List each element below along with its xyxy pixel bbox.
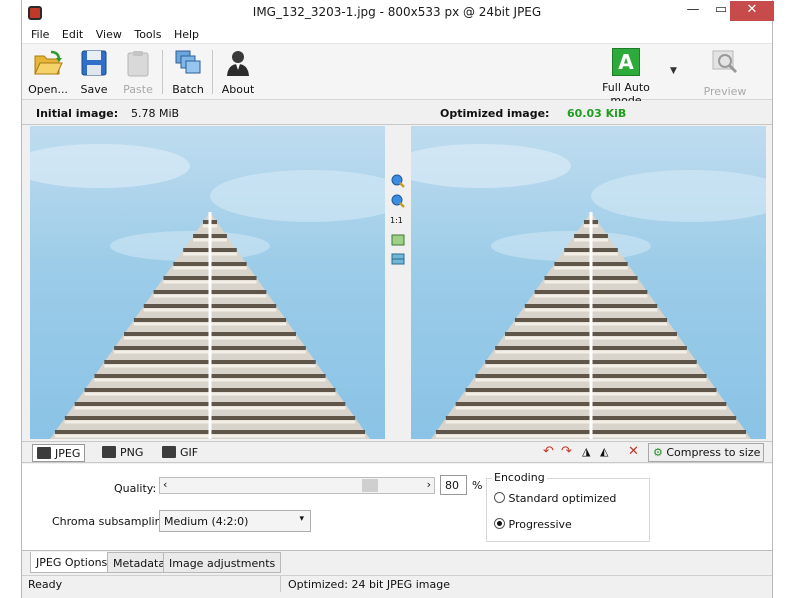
encoding-standard-label: Standard optimized xyxy=(508,492,617,505)
status-optimized-info: Optimized: 24 bit JPEG image xyxy=(288,578,450,591)
flip-horizontal-icon[interactable]: ◮ xyxy=(582,445,590,458)
preview-label: Preview xyxy=(703,85,747,98)
quality-unit: % xyxy=(472,479,483,492)
radio-progressive[interactable] xyxy=(494,518,505,529)
size-info-bar: Initial image: 5.78 MiB Optimized image:… xyxy=(22,101,772,125)
flip-vertical-icon[interactable]: ◭ xyxy=(600,445,608,458)
open-label: Open... xyxy=(28,83,68,96)
optimized-image-panel[interactable] xyxy=(411,126,766,439)
building-photo xyxy=(411,144,766,439)
paste-label: Paste xyxy=(123,83,153,96)
encoding-progressive-option[interactable]: Progressive xyxy=(494,518,572,531)
chevron-down-icon: ▾ xyxy=(299,514,304,524)
compress-gear-icon: ⚙ xyxy=(653,446,663,459)
batch-button[interactable]: Batch xyxy=(170,48,206,96)
slider-left-arrow-icon[interactable]: ‹ xyxy=(163,478,167,491)
magnifier-icon xyxy=(712,50,738,74)
toolbar-separator xyxy=(212,50,213,94)
chroma-subsampling-value: Medium (4:2:0) xyxy=(164,515,249,528)
initial-image-panel[interactable] xyxy=(30,126,385,439)
menu-help[interactable]: Help xyxy=(165,26,199,41)
tab-jpeg-options[interactable]: JPEG Options xyxy=(30,552,114,573)
batch-label: Batch xyxy=(172,83,204,96)
preview-button[interactable]: Preview xyxy=(702,48,748,98)
png-file-icon xyxy=(102,446,116,458)
compress-to-size-label: Compress to size xyxy=(666,446,761,459)
save-label: Save xyxy=(80,83,108,96)
auto-mode-icon: A xyxy=(612,48,640,76)
mode-dropdown-arrow-icon[interactable]: ▼ xyxy=(670,66,677,76)
menu-view[interactable]: View xyxy=(87,26,122,41)
zoom-actual-size-button[interactable]: 1:1 xyxy=(390,216,403,225)
toolbar: Open... Save Paste Batch About A Full Au… xyxy=(22,44,772,107)
building-photo xyxy=(30,144,385,439)
tab-jpeg[interactable]: JPEG xyxy=(32,444,86,462)
full-auto-mode-button[interactable]: A Full Auto mode xyxy=(587,48,665,107)
crop-icon[interactable]: ✕ xyxy=(628,444,639,459)
quality-slider-thumb[interactable] xyxy=(362,479,378,492)
zoom-in-icon[interactable] xyxy=(391,174,405,188)
initial-image-size: 5.78 MiB xyxy=(131,107,180,120)
folder-open-icon xyxy=(34,50,63,75)
optimized-image-size: 60.03 KiB xyxy=(567,107,627,120)
batch-icon xyxy=(175,50,201,74)
about-button[interactable]: About xyxy=(219,48,257,96)
encoding-progressive-label: Progressive xyxy=(508,518,572,531)
chroma-subsampling-select[interactable]: Medium (4:2:0) ▾ xyxy=(159,510,311,532)
split-view-icon[interactable] xyxy=(391,252,405,266)
rotate-left-icon[interactable]: ↶ xyxy=(543,444,554,459)
menu-tools[interactable]: Tools xyxy=(125,26,161,41)
about-label: About xyxy=(221,83,255,96)
menu-edit[interactable]: Edit xyxy=(53,26,83,41)
tab-png[interactable]: PNG xyxy=(98,444,147,462)
tab-metadata[interactable]: Metadata xyxy=(107,552,172,573)
toolbar-separator xyxy=(162,50,163,94)
window-title: IMG_132_3203-1.jpg - 800x533 px @ 24bit … xyxy=(252,5,542,19)
jpeg-file-icon xyxy=(37,447,51,459)
tab-jpeg-label: JPEG xyxy=(55,447,81,460)
open-button[interactable]: Open... xyxy=(28,48,68,96)
tab-png-label: PNG xyxy=(120,446,144,459)
slider-right-arrow-icon[interactable]: › xyxy=(427,478,431,491)
status-bar: Ready Optimized: 24 bit JPEG image xyxy=(22,575,772,593)
compress-to-size-button[interactable]: ⚙ Compress to size xyxy=(648,443,764,462)
zoom-out-icon[interactable] xyxy=(391,194,405,208)
fit-window-icon[interactable] xyxy=(391,233,405,247)
tab-gif-label: GIF xyxy=(180,446,199,459)
encoding-standard-option[interactable]: Standard optimized xyxy=(494,492,616,505)
rotate-right-icon[interactable]: ↷ xyxy=(561,444,572,459)
encoding-title: Encoding xyxy=(492,471,547,484)
tab-image-adjustments[interactable]: Image adjustments xyxy=(163,552,282,573)
format-tabs: JPEG PNG GIF ↶ ↷ ◮ ◭ ✕ ⚙ Compress to siz… xyxy=(22,441,772,463)
title-bar: IMG_132_3203-1.jpg - 800x533 px @ 24bit … xyxy=(22,0,774,26)
options-tabs: JPEG Options Metadata Image adjustments xyxy=(22,550,772,574)
menu-bar: File Edit View Tools Help xyxy=(22,26,772,44)
status-text: Ready xyxy=(28,578,63,591)
status-divider xyxy=(280,576,281,592)
chroma-label: Chroma subsampling: xyxy=(52,515,173,528)
optimized-image-label: Optimized image: xyxy=(440,107,550,120)
clipboard-icon xyxy=(127,51,149,77)
menu-file[interactable]: File xyxy=(22,26,49,41)
quality-input[interactable]: 80 xyxy=(440,475,467,495)
quality-slider[interactable]: ‹ › xyxy=(159,477,435,494)
app-window: IMG_132_3203-1.jpg - 800x533 px @ 24bit … xyxy=(21,0,774,598)
gif-file-icon xyxy=(162,446,176,458)
floppy-disk-icon xyxy=(81,50,107,76)
close-button[interactable]: ✕ xyxy=(730,1,774,21)
minimize-button[interactable]: — xyxy=(680,1,706,21)
paste-button[interactable]: Paste xyxy=(120,48,156,96)
user-icon xyxy=(227,51,249,76)
radio-standard[interactable] xyxy=(494,492,505,503)
quality-label: Quality: xyxy=(114,482,157,495)
initial-image-label: Initial image: xyxy=(36,107,119,120)
encoding-group xyxy=(486,478,650,542)
zoom-controls: 1:1 xyxy=(385,126,411,439)
jpeg-options-panel: Quality: ‹ › 80 % Chroma subsampling: Me… xyxy=(22,464,772,550)
tab-gif[interactable]: GIF xyxy=(158,444,202,462)
save-button[interactable]: Save xyxy=(78,48,110,96)
